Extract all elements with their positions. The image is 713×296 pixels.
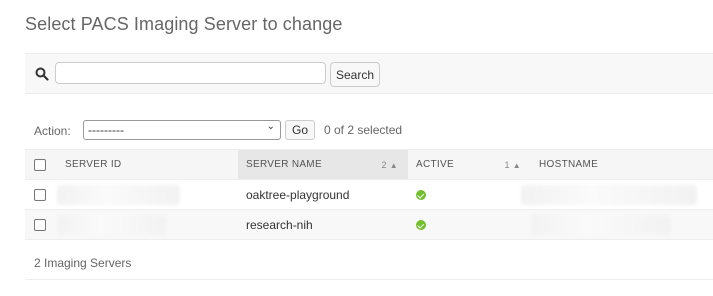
- column-header-label: Hostname: [539, 159, 599, 170]
- column-header-label: Server Name: [246, 159, 322, 170]
- sort-indicator[interactable]: 2 ▲: [381, 160, 398, 170]
- search-button[interactable]: Search: [330, 62, 380, 87]
- redacted-hostname: [531, 214, 671, 235]
- chevron-down-icon: ⌄: [266, 121, 275, 132]
- results-table: Server ID Server Name 2 ▲ Active 1 ▲ Hostn…: [25, 149, 713, 240]
- column-header-label: Server ID: [65, 159, 122, 170]
- action-select[interactable]: --------- ⌄: [83, 120, 281, 140]
- hostname-cell: [531, 209, 713, 240]
- row-checkbox[interactable]: [34, 219, 46, 232]
- redacted-server-id: [57, 184, 180, 205]
- row-select-cell: [25, 179, 57, 210]
- active-check-icon: [416, 190, 426, 201]
- column-header-server-id[interactable]: Server ID: [57, 149, 238, 180]
- redacted-server-id: [57, 214, 167, 235]
- server-id-cell[interactable]: [57, 209, 238, 240]
- table-row: research-nih: [25, 209, 713, 240]
- sort-priority: 1: [504, 160, 510, 170]
- column-header-label: Active: [416, 159, 454, 170]
- row-select-cell: [25, 209, 57, 240]
- sort-indicator[interactable]: 1 ▲: [504, 160, 521, 170]
- column-header-hostname[interactable]: Hostname: [531, 149, 713, 180]
- sort-ascending-icon: ▲: [512, 161, 521, 170]
- server-id-cell[interactable]: [57, 179, 238, 210]
- selection-count: 0 of 2 selected: [324, 123, 403, 137]
- go-button[interactable]: Go: [285, 120, 315, 140]
- server-name-cell: research-nih: [238, 209, 408, 240]
- search-input[interactable]: [55, 62, 326, 84]
- select-all-column: [25, 149, 57, 180]
- row-checkbox[interactable]: [34, 189, 46, 202]
- action-label: Action:: [34, 124, 71, 138]
- page-title: Select PACS Imaging Server to change: [25, 14, 343, 34]
- sort-priority: 2: [381, 160, 387, 170]
- action-select-value: ---------: [88, 123, 124, 137]
- active-cell: [408, 209, 531, 240]
- redacted-hostname: [521, 184, 697, 205]
- active-check-icon: [416, 220, 426, 231]
- table-row: oaktree-playground: [25, 179, 713, 210]
- search-toolbar: Search: [25, 53, 713, 94]
- select-all-checkbox[interactable]: [34, 158, 46, 171]
- column-header-active[interactable]: Active 1 ▲: [408, 149, 531, 180]
- server-name-cell: oaktree-playground: [238, 179, 408, 210]
- search-icon: [35, 67, 49, 81]
- column-header-server-name[interactable]: Server Name 2 ▲: [238, 149, 408, 180]
- table-header-row: Server ID Server Name 2 ▲ Active 1 ▲ Hostn…: [25, 149, 713, 180]
- active-cell: [408, 179, 531, 210]
- hostname-cell: [521, 179, 713, 210]
- sort-ascending-icon: ▲: [389, 161, 398, 170]
- actions-bar: Action: --------- ⌄ Go 0 of 2 selected: [25, 117, 713, 143]
- result-count: 2 Imaging Servers: [25, 245, 713, 280]
